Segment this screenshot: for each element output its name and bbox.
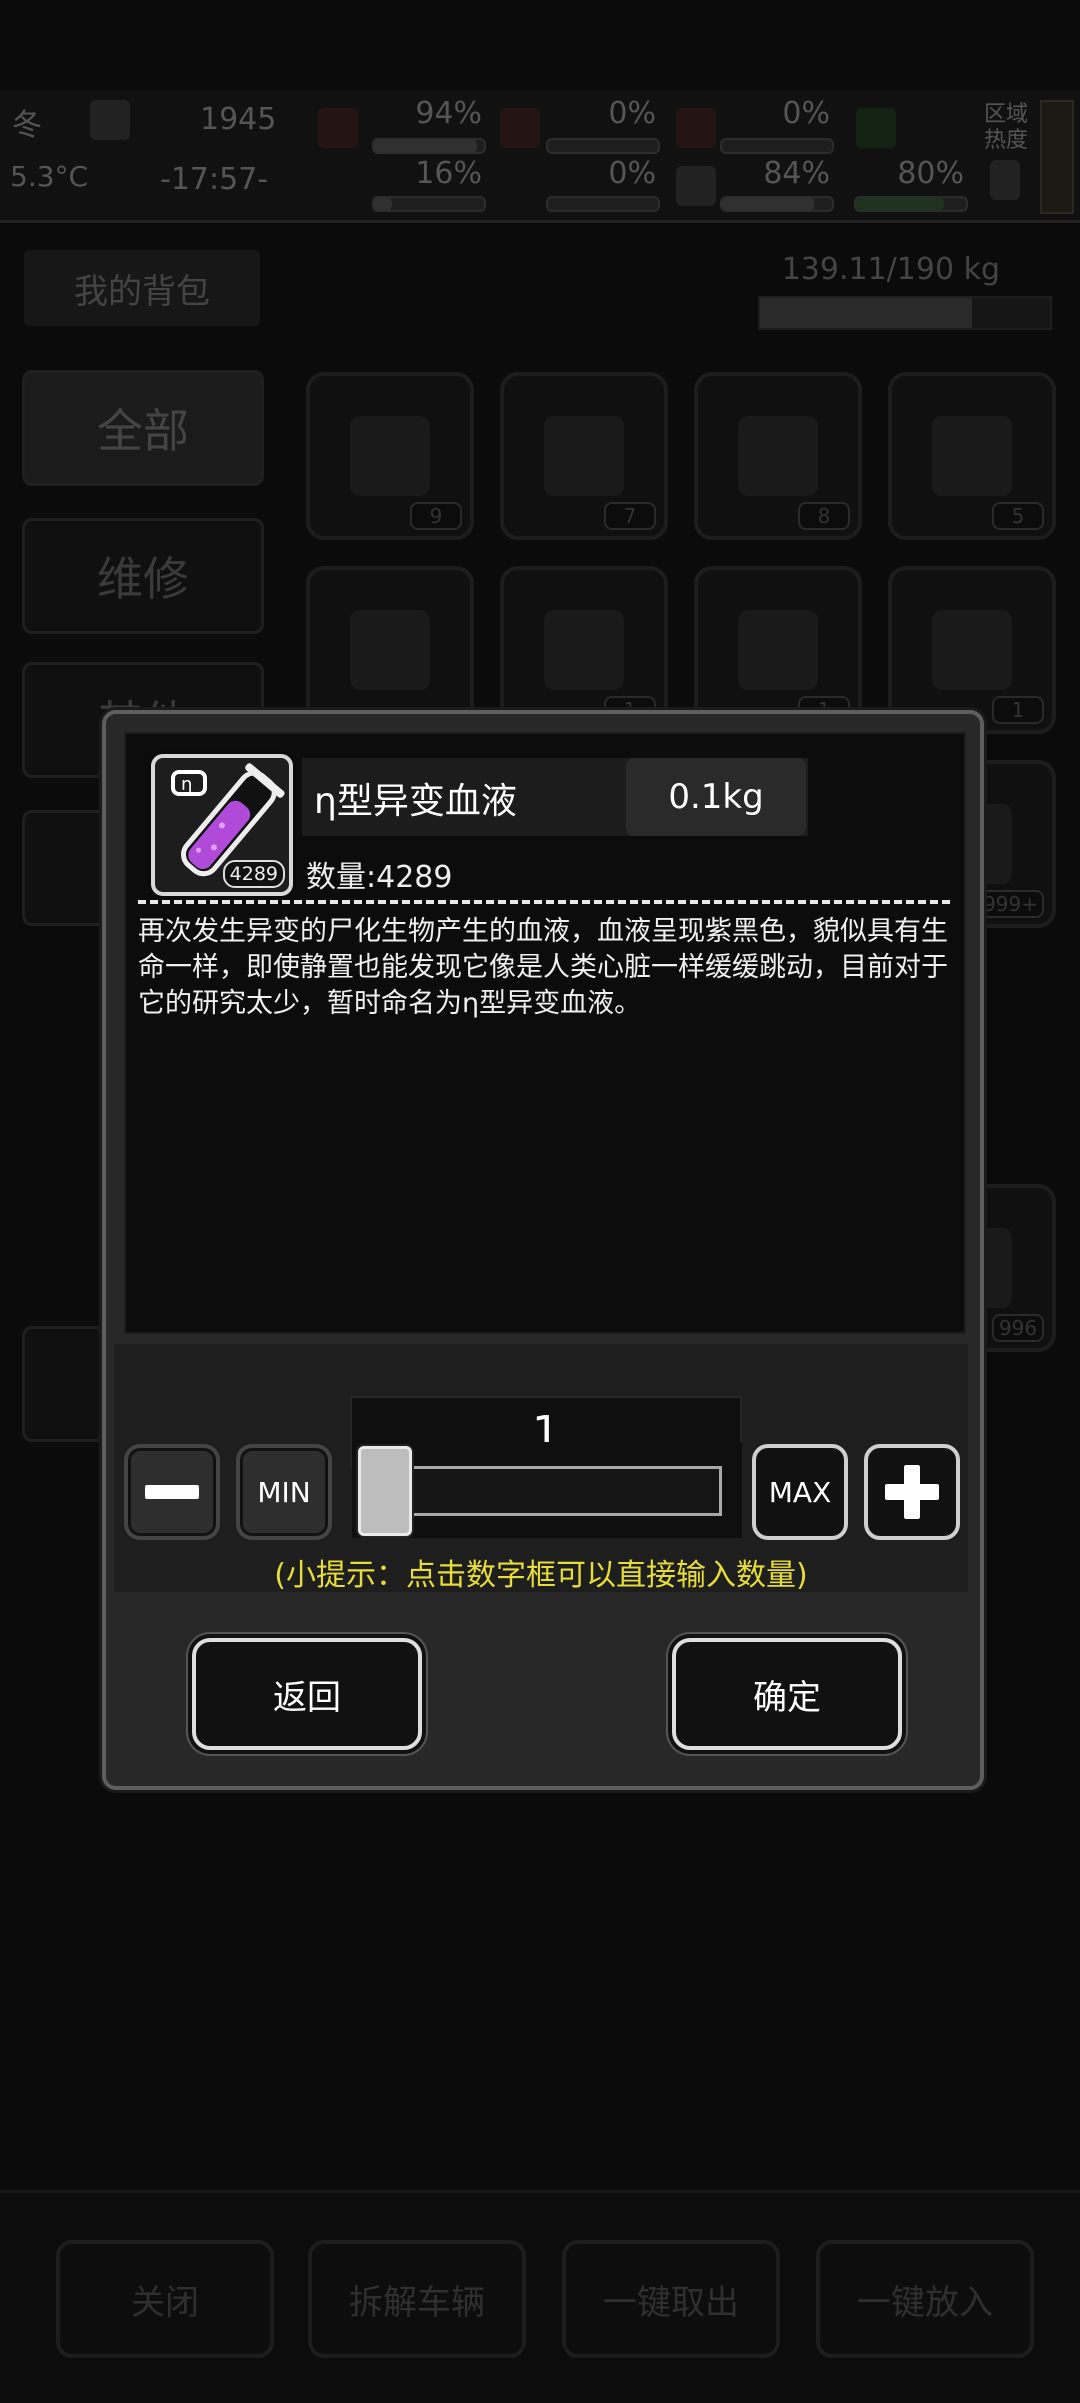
hint-text: (小提示：点击数字框可以直接输入数量) bbox=[274, 1558, 808, 1593]
backpack-weight-bar bbox=[758, 296, 1052, 330]
minus-icon bbox=[145, 1485, 199, 1499]
stat5-bar bbox=[720, 138, 834, 154]
heart-pct: 84% bbox=[763, 156, 830, 191]
max-button[interactable]: MAX bbox=[752, 1444, 848, 1540]
item-slot[interactable]: 9 bbox=[306, 372, 474, 540]
dismantle-vehicle-button[interactable]: 拆解车辆 bbox=[308, 2240, 526, 2358]
speaker-icon[interactable] bbox=[990, 160, 1020, 200]
stamina-bar bbox=[854, 196, 968, 212]
slider-track[interactable] bbox=[366, 1466, 722, 1516]
divider bbox=[138, 900, 950, 904]
region-heat-label: 区域热度 bbox=[984, 102, 1029, 153]
stat4-pct: 0% bbox=[608, 156, 656, 191]
stomach-icon bbox=[500, 108, 540, 148]
svg-text:η: η bbox=[181, 774, 192, 795]
hydration-bar bbox=[372, 196, 486, 212]
item-slot[interactable]: 1 bbox=[888, 566, 1056, 734]
item-description: 再次发生异变的尸化生物产生的血液，血液呈现紫黑色，貌似具有生命一样，即使静置也能… bbox=[138, 916, 948, 1019]
increase-button[interactable] bbox=[864, 1444, 960, 1540]
quantity-slider[interactable] bbox=[352, 1442, 742, 1538]
back-button[interactable]: 返回 bbox=[192, 1638, 422, 1750]
health-pct: 94% bbox=[415, 96, 482, 131]
sun-icon bbox=[90, 100, 130, 140]
status-bar: 冬 5.3°C 1945 -17:57- 94% 16% 0% 0% 0% 84… bbox=[0, 90, 1080, 223]
item-name: η型异变血液 bbox=[314, 781, 517, 822]
item-slot[interactable]: 7 bbox=[500, 372, 668, 540]
stat3-pct: 0% bbox=[608, 96, 656, 131]
heart-bar bbox=[720, 196, 834, 212]
item-slot[interactable]: 1 bbox=[694, 566, 862, 734]
plus-icon bbox=[885, 1465, 939, 1519]
item-quantity-label: 数量:4289 bbox=[306, 860, 453, 895]
category-all[interactable]: 全部 bbox=[22, 370, 264, 486]
close-button[interactable]: 关闭 bbox=[56, 2240, 274, 2358]
stamina-icon bbox=[856, 108, 896, 148]
region-heat-meter bbox=[1040, 100, 1074, 214]
confirm-button[interactable]: 确定 bbox=[672, 1638, 902, 1750]
blood-icon bbox=[676, 108, 716, 148]
stat5-pct: 0% bbox=[782, 96, 830, 131]
put-all-button[interactable]: 一键放入 bbox=[816, 2240, 1034, 2358]
item-slot[interactable]: 5 bbox=[888, 372, 1056, 540]
hydration-pct: 16% bbox=[415, 156, 482, 191]
clock-label: -17:57- bbox=[160, 162, 269, 197]
item-quantity-dialog: η 4289 η型异变血液 0.1kg 数量:4289 再次发生异变的尸化生物产… bbox=[102, 710, 984, 1790]
health-bar bbox=[372, 138, 486, 154]
min-button[interactable]: MIN bbox=[236, 1444, 332, 1540]
day-counter: 1945 bbox=[200, 102, 277, 137]
stat3-bar bbox=[546, 138, 660, 154]
backpack-weight: 139.11/190 kg bbox=[781, 252, 1000, 287]
backpack-title: 我的背包 bbox=[24, 250, 260, 326]
season-label: 冬 bbox=[12, 108, 42, 143]
item-weight: 0.1kg bbox=[626, 758, 806, 836]
stamina-pct: 80% bbox=[897, 156, 964, 191]
category-repair[interactable]: 维修 bbox=[22, 518, 264, 634]
item-slot[interactable] bbox=[306, 566, 474, 734]
stat4-bar bbox=[546, 196, 660, 212]
take-all-button[interactable]: 一键取出 bbox=[562, 2240, 780, 2358]
heart-icon bbox=[676, 166, 716, 206]
slider-thumb[interactable] bbox=[358, 1446, 412, 1536]
temperature-label: 5.3°C bbox=[10, 160, 89, 193]
item-detail-panel: η 4289 η型异变血液 0.1kg 数量:4289 再次发生异变的尸化生物产… bbox=[124, 732, 966, 1334]
item-count-badge: 4289 bbox=[222, 860, 285, 888]
item-slot[interactable]: 8 bbox=[694, 372, 862, 540]
decrease-button[interactable] bbox=[124, 1444, 220, 1540]
item-icon: η 4289 bbox=[151, 754, 293, 896]
item-slot[interactable]: 1 bbox=[500, 566, 668, 734]
medkit-icon bbox=[318, 108, 358, 148]
